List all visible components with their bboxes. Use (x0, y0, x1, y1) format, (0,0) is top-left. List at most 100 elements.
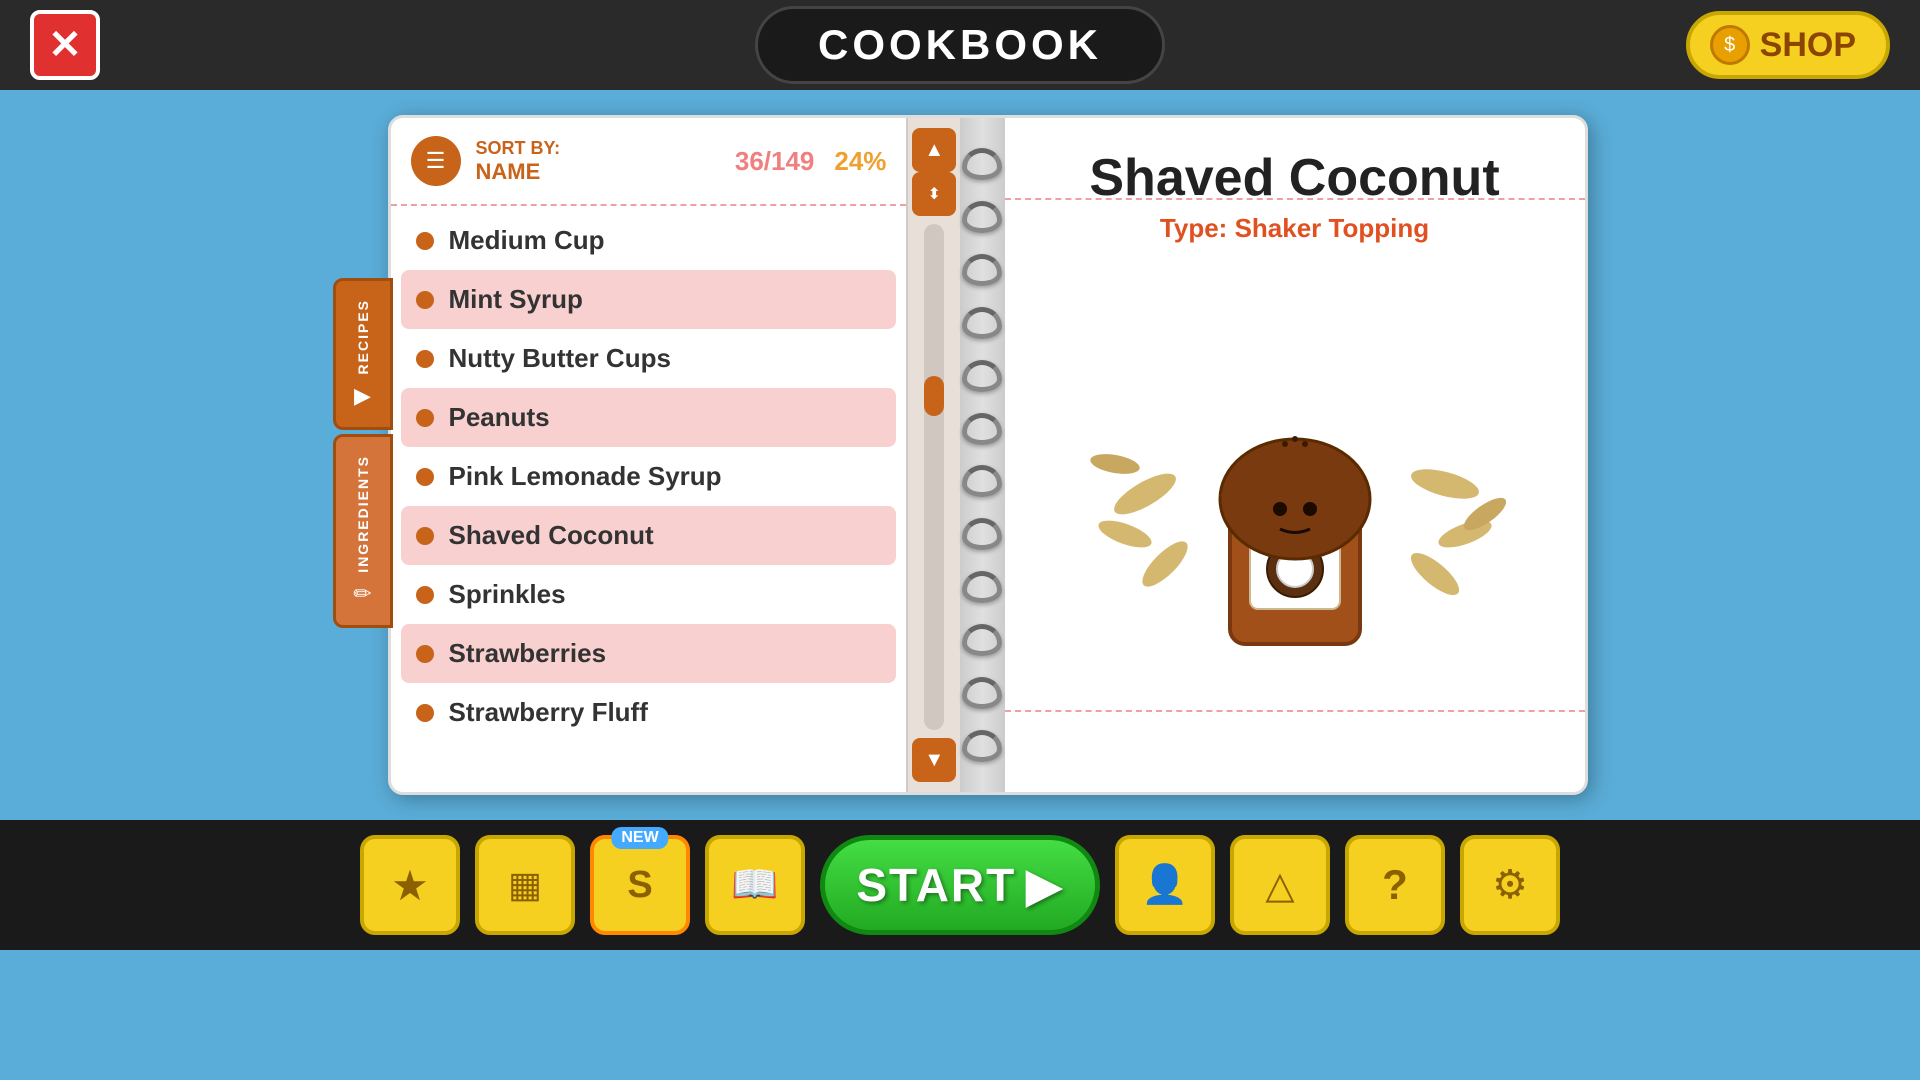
ingredient-display (1045, 264, 1545, 664)
recipes-tab-label: RECIPES (355, 299, 371, 374)
spiral-ring (962, 148, 1002, 180)
spiral-ring (962, 730, 1002, 762)
coconut-shaker-svg (1045, 264, 1545, 664)
scroll-area: ▲ ⬍ ▼ (906, 118, 960, 792)
start-arrow-icon: ▶ (1026, 858, 1063, 912)
main-area: RECIPES ▶ INGREDIENTS ✏ ☰ SORT BY: NAME … (0, 90, 1920, 820)
recipes-tab[interactable]: RECIPES ▶ (333, 278, 393, 429)
sort-icon[interactable]: ☰ (411, 136, 461, 186)
recipes-tab-icon: ▶ (354, 383, 371, 409)
sort-header: ☰ SORT BY: NAME 36/149 24% (391, 118, 907, 206)
special-button[interactable]: NEW S (590, 835, 690, 935)
start-button[interactable]: START ▶ (820, 835, 1100, 935)
bottom-nav: ★ ▦ NEW S 📖 START ▶ 👤 △ ? ⚙ (0, 820, 1920, 950)
list-item[interactable]: Peanuts (401, 388, 897, 447)
ingredient-name: Strawberries (449, 638, 607, 669)
help-icon: ? (1382, 861, 1408, 909)
locker-button[interactable]: ▦ (475, 835, 575, 935)
list-item[interactable]: Strawberries (401, 624, 897, 683)
ingredient-name: Shaved Coconut (449, 520, 654, 551)
list-item[interactable]: Nutty Butter Cups (391, 329, 907, 388)
awards-button[interactable]: △ (1230, 835, 1330, 935)
help-button[interactable]: ? (1345, 835, 1445, 935)
side-tabs: RECIPES ▶ INGREDIENTS ✏ (333, 278, 393, 631)
spiral-ring (962, 201, 1002, 233)
bullet-icon (416, 586, 434, 604)
ingredient-name: Peanuts (449, 402, 550, 433)
ingredients-tab[interactable]: INGREDIENTS ✏ (333, 434, 393, 628)
bullet-icon (416, 527, 434, 545)
type-label: Type: (1160, 213, 1227, 243)
spiral-ring (962, 571, 1002, 603)
sort-name-text: NAME (476, 159, 561, 185)
app-title: COOKBOOK (818, 21, 1102, 68)
spiral-ring (962, 307, 1002, 339)
spiral-ring (962, 624, 1002, 656)
percent-value: 24% (834, 146, 886, 177)
star-icon: ★ (391, 861, 429, 910)
close-button[interactable]: ✕ (30, 10, 100, 80)
ingredient-name: Mint Syrup (449, 284, 583, 315)
shop-button[interactable]: $ SHOP (1686, 11, 1890, 79)
spiral-ring (962, 465, 1002, 497)
ingredient-list: Medium Cup Mint Syrup Nutty Butter Cups … (391, 206, 907, 747)
detail-ingredient-name: Shaved Coconut (1045, 148, 1545, 208)
spiral-ring (962, 254, 1002, 286)
ingredient-name: Medium Cup (449, 225, 605, 256)
scroll-both-button[interactable]: ⬍ (912, 172, 956, 216)
character-button[interactable]: 👤 (1115, 835, 1215, 935)
scroll-up-button[interactable]: ▲ (912, 128, 956, 172)
list-item[interactable]: Sprinkles (391, 565, 907, 624)
bullet-icon (416, 704, 434, 722)
right-page: Shaved Coconut Type: Shaker Topping (1005, 118, 1585, 792)
awards-icon: △ (1265, 863, 1294, 908)
bullet-icon (416, 291, 434, 309)
gear-icon: ⚙ (1492, 862, 1528, 908)
sort-count: 36/149 24% (735, 146, 887, 177)
sort-by-text: SORT BY: (476, 138, 561, 159)
bullet-icon (416, 350, 434, 368)
scroll-down-button[interactable]: ▼ (912, 738, 956, 782)
spiral-ring (962, 677, 1002, 709)
ingredient-name: Nutty Butter Cups (449, 343, 671, 374)
spiral-ring (962, 413, 1002, 445)
spiral-ring (962, 518, 1002, 550)
list-item[interactable]: Pink Lemonade Syrup (391, 447, 907, 506)
cookbook-button[interactable]: 📖 (705, 835, 805, 935)
spiral-ring (962, 360, 1002, 392)
list-item[interactable]: Shaved Coconut (401, 506, 897, 565)
ingredient-name: Sprinkles (449, 579, 566, 610)
bullet-icon (416, 409, 434, 427)
list-item[interactable]: Strawberry Fluff (391, 683, 907, 742)
scroll-track (924, 224, 944, 730)
left-page: ☰ SORT BY: NAME 36/149 24% Medium Cup (391, 118, 907, 792)
sort-label: SORT BY: NAME (476, 138, 561, 185)
title-badge: COOKBOOK (755, 6, 1165, 84)
bullet-icon (416, 468, 434, 486)
list-item[interactable]: Medium Cup (391, 211, 907, 270)
ingredient-name: Strawberry Fluff (449, 697, 648, 728)
spiral-binding (960, 118, 1004, 792)
bullet-icon (416, 645, 434, 663)
ingredients-tab-icon: ✏ (353, 581, 371, 607)
special-icon: S (627, 864, 652, 907)
start-label: START (856, 858, 1016, 912)
shop-label: SHOP (1760, 26, 1856, 65)
coin-icon: $ (1710, 25, 1750, 65)
close-icon: ✕ (48, 25, 82, 65)
new-badge: NEW (611, 827, 668, 849)
book-icon: 📖 (731, 863, 778, 907)
top-bar: ✕ COOKBOOK $ SHOP (0, 0, 1920, 90)
detail-ingredient-type: Type: Shaker Topping (1045, 213, 1545, 244)
ingredients-tab-label: INGREDIENTS (355, 455, 371, 573)
ingredient-name: Pink Lemonade Syrup (449, 461, 722, 492)
bullet-icon (416, 232, 434, 250)
character-icon: 👤 (1141, 863, 1188, 907)
scroll-thumb[interactable] (924, 376, 944, 416)
notebook: ☰ SORT BY: NAME 36/149 24% Medium Cup (388, 115, 1588, 795)
settings-button[interactable]: ⚙ (1460, 835, 1560, 935)
count-value: 36/149 (735, 146, 815, 177)
list-item[interactable]: Mint Syrup (401, 270, 897, 329)
locker-icon: ▦ (508, 864, 542, 906)
favorites-button[interactable]: ★ (360, 835, 460, 935)
